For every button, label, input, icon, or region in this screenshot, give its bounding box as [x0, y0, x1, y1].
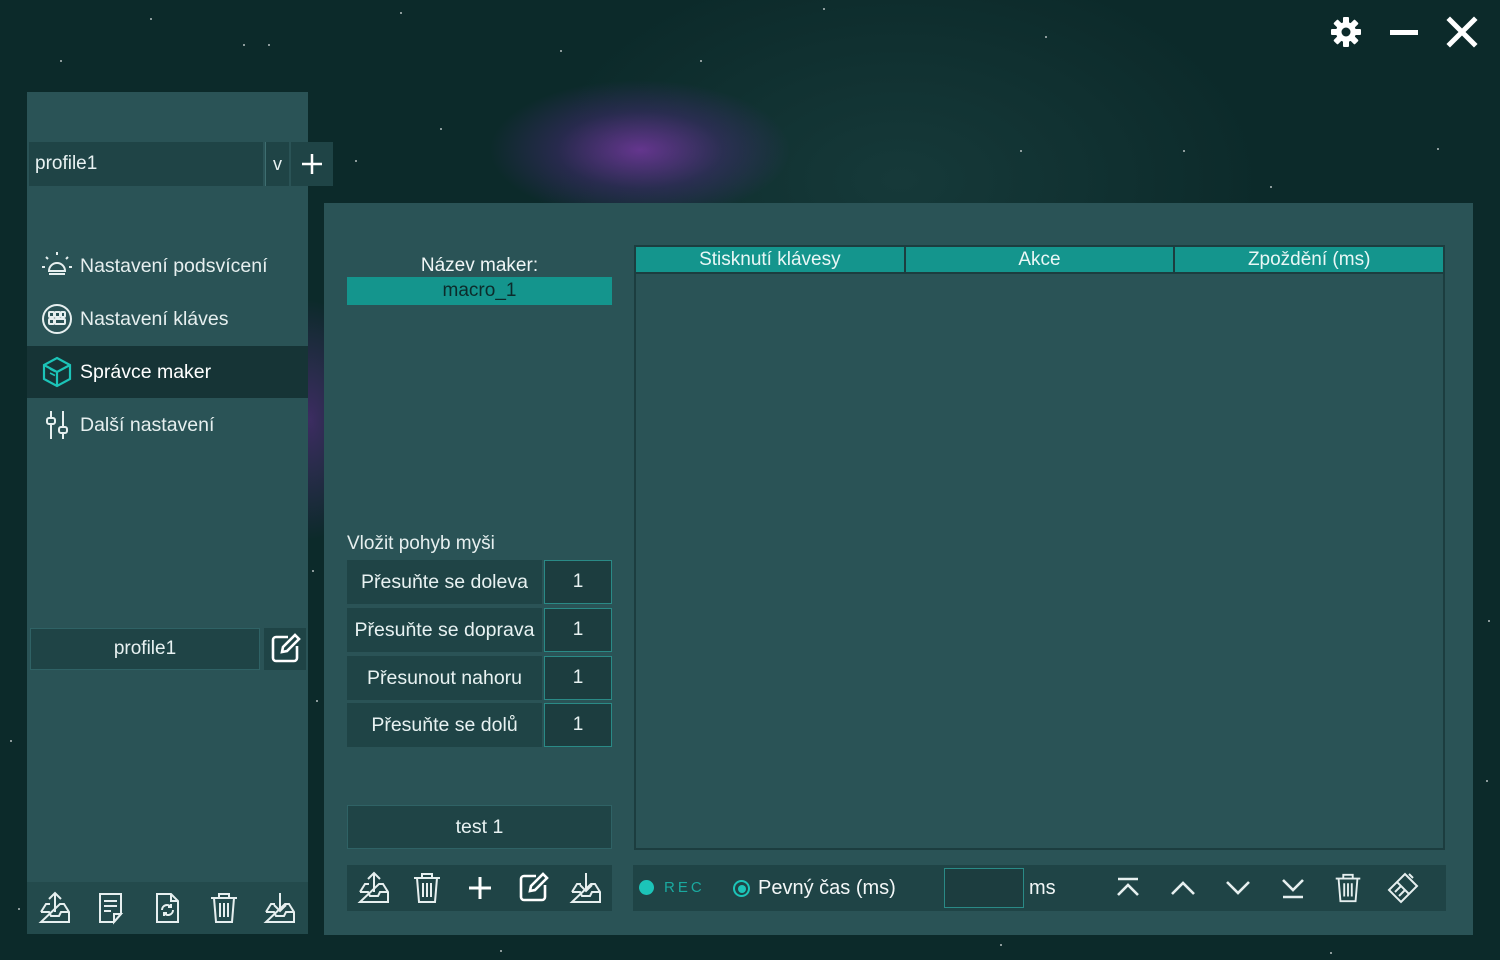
delete-event-button[interactable] [1328, 868, 1368, 908]
fixed-time-label: Pevný čas (ms) [758, 877, 896, 899]
nav-item-label: Nastavení podsvícení [80, 254, 268, 277]
macro-manager-panel: Název maker: macro_1 Vložit pohyb myši P… [324, 203, 1473, 935]
table-body[interactable] [636, 272, 1443, 848]
import-icon [263, 893, 295, 923]
close-button[interactable] [1444, 14, 1480, 50]
move-to-bottom-button[interactable] [1273, 868, 1313, 908]
delete-profile-button[interactable] [204, 888, 244, 928]
move-up-row: Přesunout nahoru 1 [347, 656, 612, 700]
trash-icon [1335, 873, 1361, 903]
edit-icon [519, 872, 549, 902]
delete-macro-button[interactable] [407, 868, 447, 908]
macro-toolbar [347, 865, 612, 911]
nav-item-label: Správce maker [80, 360, 212, 383]
move-top-icon [1117, 877, 1139, 896]
macro-name-value: macro_1 [442, 280, 517, 301]
profile-name-field[interactable]: profile1 [30, 628, 260, 670]
refresh-profile-button[interactable] [147, 888, 187, 928]
profile-toolbar [27, 882, 308, 934]
export-icon [38, 891, 71, 923]
macro-events-table: Stisknutí klávesy Akce Zpoždění (ms) [634, 245, 1445, 850]
notes-icon [99, 893, 124, 925]
move-bottom-icon [1282, 879, 1304, 899]
move-down-event-button[interactable] [1218, 868, 1258, 908]
sidebar: profile1 v Nastavení podsvícení Nastaven… [27, 92, 333, 934]
move-left-value[interactable]: 1 [544, 560, 612, 604]
move-left-row: Přesuňte se doleva 1 [347, 560, 612, 604]
move-down-value[interactable]: 1 [544, 703, 612, 747]
import-icon [568, 873, 601, 903]
gear-icon [1331, 17, 1361, 47]
edit-icon [271, 633, 301, 663]
cube-icon [39, 354, 75, 390]
settings-button[interactable] [1328, 14, 1364, 50]
record-label: REC [664, 879, 705, 896]
move-up-value[interactable]: 1 [544, 656, 612, 700]
radio-selected-icon [733, 880, 750, 897]
move-up-icon [1171, 881, 1195, 895]
move-to-top-button[interactable] [1108, 868, 1148, 908]
nav-item-macro-manager[interactable]: Správce maker [27, 346, 308, 398]
column-header-key: Stisknutí klávesy [636, 247, 906, 272]
profile-name-text: profile1 [113, 638, 177, 659]
trash-icon [210, 893, 237, 923]
keyboard-icon [39, 301, 75, 337]
edit-profile-button[interactable] [264, 628, 306, 670]
column-header-delay: Zpoždění (ms) [1175, 247, 1444, 272]
sliders-icon [39, 407, 75, 443]
move-up-event-button[interactable] [1163, 868, 1203, 908]
nav-item-more-settings[interactable]: Další nastavení [27, 399, 308, 451]
add-profile-button[interactable] [291, 142, 333, 186]
export-icon [356, 871, 389, 903]
nav-item-label: Další nastavení [80, 413, 215, 436]
nav-item-backlight[interactable]: Nastavení podsvícení [27, 240, 308, 292]
refresh-file-icon [156, 893, 180, 923]
add-macro-button[interactable] [460, 868, 500, 908]
macro-name-label: Název maker: [420, 255, 539, 276]
recording-bar: REC Pevný čas (ms) ms [633, 865, 1446, 911]
export-profile-button[interactable] [35, 888, 75, 928]
fixed-time-radio[interactable]: Pevný čas (ms) [733, 877, 896, 900]
move-down-icon [1226, 881, 1250, 895]
move-right-value[interactable]: 1 [544, 608, 612, 652]
move-down-row: Přesuňte se dolů 1 [347, 703, 612, 747]
record-dot-icon [639, 880, 654, 895]
profile-select-value: profile1 [35, 153, 98, 174]
ms-unit-label: ms [1029, 877, 1056, 899]
event-order-toolbar [1108, 868, 1423, 908]
export-macro-button[interactable] [354, 868, 394, 908]
delay-ms-input[interactable] [944, 868, 1024, 908]
chevron-down-icon: v [273, 153, 282, 174]
move-down-button[interactable]: Přesuňte se dolů [347, 703, 542, 747]
import-macro-button[interactable] [566, 868, 606, 908]
move-right-button[interactable]: Přesuňte se doprava [347, 608, 542, 652]
window-controls [1328, 14, 1480, 50]
column-header-action: Akce [905, 247, 1176, 272]
macro-name-input[interactable]: macro_1 [347, 277, 612, 305]
profile-select[interactable]: profile1 [29, 142, 263, 186]
macro-list-item-label: test 1 [455, 815, 504, 838]
trash-icon [413, 873, 440, 903]
close-icon [1446, 16, 1478, 48]
move-left-button[interactable]: Přesuňte se doleva [347, 560, 542, 604]
nav-item-label: Nastavení kláves [80, 307, 229, 330]
minimize-icon [1390, 30, 1418, 35]
minimize-button[interactable] [1386, 14, 1422, 50]
move-right-row: Přesuňte se doprava 1 [347, 608, 612, 652]
eraser-icon [1387, 872, 1419, 904]
light-bulb-icon [39, 248, 75, 284]
table-header: Stisknutí klávesy Akce Zpoždění (ms) [636, 247, 1444, 272]
profile-notes-button[interactable] [91, 888, 131, 928]
plus-icon [468, 877, 491, 899]
mouse-movement-title: Vložit pohyb myši [347, 533, 495, 554]
record-button[interactable]: REC [639, 879, 705, 896]
nav-item-keys[interactable]: Nastavení kláves [27, 293, 308, 345]
clear-events-button[interactable] [1383, 868, 1423, 908]
plus-icon [302, 154, 322, 174]
profile-dropdown-button[interactable]: v [265, 142, 289, 186]
move-up-button[interactable]: Přesunout nahoru [347, 656, 542, 700]
import-profile-button[interactable] [260, 888, 300, 928]
edit-macro-button[interactable] [513, 868, 553, 908]
macro-list-item[interactable]: test 1 [347, 805, 612, 849]
